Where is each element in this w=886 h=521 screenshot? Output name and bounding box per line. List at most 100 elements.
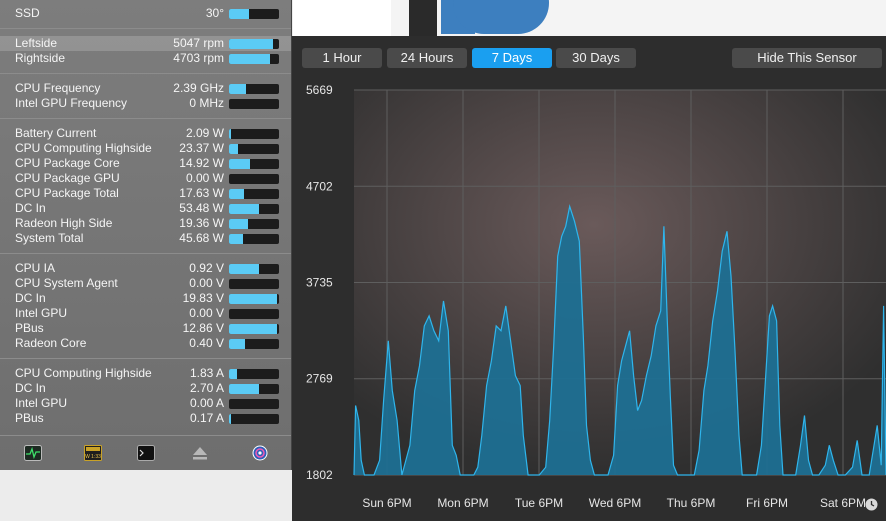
tab-24-hours[interactable]: 24 Hours bbox=[387, 48, 467, 68]
sensor-level-fill bbox=[229, 84, 246, 94]
sensor-history-window: 1802 2769 3735 4702 5669 Sun 6PM Mon 6PM Tue 6P… bbox=[292, 36, 886, 521]
sensor-level-fill bbox=[229, 234, 243, 244]
sensor-name: Intel GPU bbox=[15, 306, 68, 320]
x-tick-label: Fri 6PM bbox=[746, 496, 788, 510]
sensor-level-bar bbox=[229, 144, 279, 154]
sensor-row[interactable]: DC In 19.83 V bbox=[0, 291, 291, 306]
sensor-row[interactable]: CPU Computing Highside 23.37 W bbox=[0, 141, 291, 156]
sensor-level-bar bbox=[229, 219, 279, 229]
sensor-row[interactable]: System Total 45.68 W bbox=[0, 231, 291, 246]
sensor-level-fill bbox=[229, 204, 259, 214]
sensor-value: 2.09 W bbox=[185, 126, 224, 140]
eject-icon[interactable] bbox=[191, 445, 209, 461]
sensor-level-bar bbox=[229, 324, 279, 334]
sensor-name: DC In bbox=[15, 291, 46, 305]
sensor-level-fill bbox=[229, 294, 277, 304]
sensor-level-bar bbox=[229, 9, 279, 19]
sensor-row[interactable]: CPU Package Core 14.92 W bbox=[0, 156, 291, 171]
sensor-row[interactable]: CPU IA 0.92 V bbox=[0, 261, 291, 276]
sensor-row[interactable]: DC In 2.70 A bbox=[0, 381, 291, 396]
sensor-value: 0 MHz bbox=[189, 96, 224, 110]
sensor-level-fill bbox=[229, 414, 231, 424]
sensor-value: 19.83 V bbox=[182, 291, 224, 305]
sensor-name: Leftside bbox=[15, 36, 58, 50]
y-tick-label: 1802 bbox=[306, 468, 333, 482]
sensor-level-bar bbox=[229, 189, 279, 199]
hardware-monitor-icon[interactable]: W 1:33 bbox=[84, 445, 102, 461]
sensor-level-bar bbox=[229, 174, 279, 184]
terminal-icon[interactable] bbox=[137, 445, 155, 461]
y-tick-label: 4702 bbox=[306, 179, 333, 193]
sensor-level-bar bbox=[229, 99, 279, 109]
sensor-row[interactable]: CPU Package Total 17.63 W bbox=[0, 186, 291, 201]
sensor-row[interactable]: DC In 53.48 W bbox=[0, 201, 291, 216]
group-divider bbox=[0, 73, 291, 74]
hide-sensor-button[interactable]: Hide This Sensor bbox=[732, 48, 882, 68]
panel-toolbar: W 1:33 bbox=[0, 435, 291, 470]
sensor-level-fill bbox=[229, 384, 259, 394]
x-tick-label: Thu 6PM bbox=[667, 496, 716, 510]
sensor-level-bar bbox=[229, 309, 279, 319]
sensor-name: CPU System Agent bbox=[15, 276, 118, 290]
sensor-level-fill bbox=[229, 144, 238, 154]
sensor-row[interactable]: CPU Computing Highside 1.83 A bbox=[0, 366, 291, 381]
tab-1-hour[interactable]: 1 Hour bbox=[302, 48, 382, 68]
sensor-row[interactable]: Intel GPU 0.00 A bbox=[0, 396, 291, 411]
group-divider bbox=[0, 118, 291, 119]
background-pane bbox=[293, 0, 391, 36]
sensor-row[interactable]: Radeon High Side 19.36 W bbox=[0, 216, 291, 231]
sensor-value: 0.17 A bbox=[189, 411, 224, 425]
sensor-name: CPU Package GPU bbox=[15, 171, 120, 185]
sensor-level-bar bbox=[229, 159, 279, 169]
group-divider bbox=[0, 28, 291, 29]
sensor-row[interactable]: SSD 30° bbox=[0, 6, 291, 21]
sensor-row[interactable]: Intel GPU Frequency 0 MHz bbox=[0, 96, 291, 111]
sensor-row[interactable]: Radeon Core 0.40 V bbox=[0, 336, 291, 351]
y-tick-label: 3735 bbox=[306, 276, 333, 290]
sensor-level-fill bbox=[229, 339, 245, 349]
sensor-list-panel: SSD 30° Leftside 5047 rpm Rightside 4703 rpm C… bbox=[0, 0, 292, 470]
sensor-value: 12.86 V bbox=[182, 321, 224, 335]
x-tick-label: Wed 6PM bbox=[589, 496, 641, 510]
sensor-level-bar bbox=[229, 369, 279, 379]
sensor-row[interactable]: PBus 0.17 A bbox=[0, 411, 291, 426]
sensor-value: 14.92 W bbox=[179, 156, 224, 170]
group-divider bbox=[0, 253, 291, 254]
sensor-level-fill bbox=[229, 369, 237, 379]
sensor-name: Intel GPU bbox=[15, 396, 68, 410]
history-chart: 1802 2769 3735 4702 5669 Sun 6PM Mon 6PM Tue 6P… bbox=[306, 83, 886, 510]
background-strip bbox=[409, 0, 437, 36]
sensor-value: 0.00 V bbox=[189, 306, 224, 320]
istat-icon[interactable] bbox=[251, 445, 269, 461]
sensor-value: 1.83 A bbox=[189, 366, 224, 380]
sensor-name: CPU Frequency bbox=[15, 81, 101, 95]
clock-icon[interactable] bbox=[865, 498, 878, 511]
sensor-level-bar bbox=[229, 204, 279, 214]
sensor-row[interactable]: Intel GPU 0.00 V bbox=[0, 306, 291, 321]
sensor-level-bar bbox=[229, 54, 279, 64]
sensor-row[interactable]: CPU System Agent 0.00 V bbox=[0, 276, 291, 291]
sensor-name: Battery Current bbox=[15, 126, 97, 140]
sensor-value: 0.40 V bbox=[189, 336, 224, 350]
sensor-row[interactable]: CPU Package GPU 0.00 W bbox=[0, 171, 291, 186]
sensor-value: 30° bbox=[205, 6, 224, 20]
sensor-row[interactable]: CPU Frequency 2.39 GHz bbox=[0, 81, 291, 96]
sensor-level-bar bbox=[229, 414, 279, 424]
activity-monitor-icon[interactable] bbox=[24, 445, 42, 461]
sensor-row[interactable]: Leftside 5047 rpm bbox=[0, 36, 291, 51]
sensor-name: PBus bbox=[15, 411, 44, 425]
sensor-row[interactable]: PBus 12.86 V bbox=[0, 321, 291, 336]
sensor-level-fill bbox=[229, 54, 270, 64]
sensor-level-fill bbox=[229, 324, 277, 334]
sensor-row[interactable]: Rightside 4703 rpm bbox=[0, 51, 291, 66]
y-tick-label: 2769 bbox=[306, 372, 333, 386]
sensor-row[interactable]: Battery Current 2.09 W bbox=[0, 126, 291, 141]
tab-30-days[interactable]: 30 Days bbox=[556, 48, 636, 68]
sensor-value: 0.00 W bbox=[185, 171, 224, 185]
tab-7-days[interactable]: 7 Days bbox=[472, 48, 552, 68]
sensor-value: 19.36 W bbox=[179, 216, 224, 230]
group-divider bbox=[0, 358, 291, 359]
sensor-level-fill bbox=[229, 9, 249, 19]
sensor-level-fill bbox=[229, 39, 273, 49]
sensor-level-bar bbox=[229, 129, 279, 139]
